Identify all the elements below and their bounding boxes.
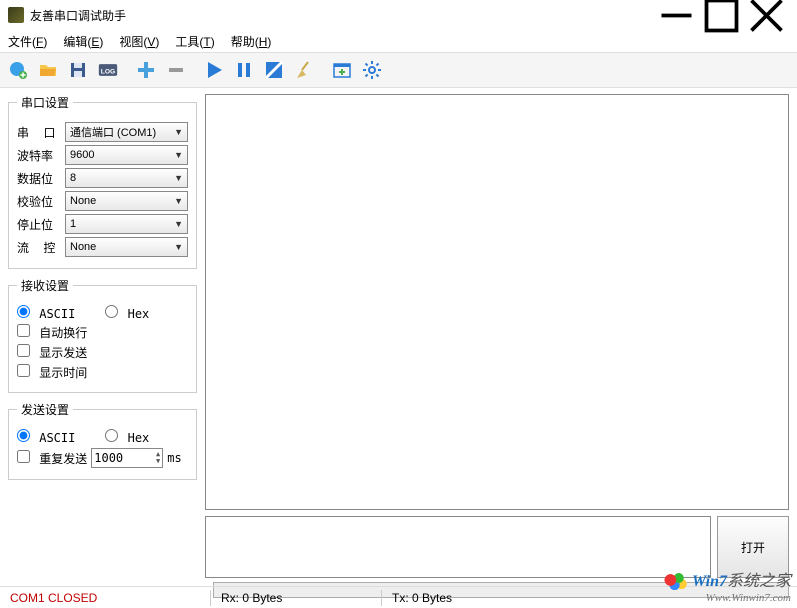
recv-showtime-check[interactable]: 显示时间 [17,364,87,381]
minus-icon [166,60,186,80]
svg-text:LOG: LOG [101,68,115,75]
open-port-button[interactable]: 打开 [717,516,789,578]
new-window-icon [332,60,352,80]
select-databits[interactable]: 8▼ [65,168,188,188]
menu-help[interactable]: 帮助(H) [227,31,276,52]
open-folder-icon [38,60,58,80]
close-button[interactable] [744,0,789,30]
send-settings-group: 发送设置 ASCII Hex 重复发送 1000 ▲▼ ms [8,401,197,480]
send-settings-legend: 发送设置 [17,401,73,418]
toolbar-play[interactable] [200,56,228,84]
port-settings-group: 串口设置 串 口 通信端口 (COM1)▼ 波特率 9600▼ 数据位 8▼ 校… [8,94,197,269]
toolbar-add[interactable] [132,56,160,84]
chevron-down-icon: ▼ [174,127,183,137]
status-tx: Tx: 0 Bytes [382,591,462,605]
toolbar-settings[interactable] [358,56,386,84]
titlebar: 友善串口调试助手 [0,0,797,30]
broom-icon [294,60,314,80]
save-icon [68,60,88,80]
select-port[interactable]: 通信端口 (COM1)▼ [65,122,188,142]
label-baud: 波特率 [17,147,61,164]
select-parity[interactable]: None▼ [65,191,188,211]
toolbar-pause[interactable] [230,56,258,84]
clear-icon [264,60,284,80]
label-flow: 流 控 [17,239,61,256]
select-flow[interactable]: None▼ [65,237,188,257]
menu-tools[interactable]: 工具(T) [171,31,218,52]
chevron-down-icon: ▼ [174,242,183,252]
right-panel: 打开 [205,88,797,578]
log-icon: LOG [98,60,118,80]
toolbar-log[interactable]: LOG [94,56,122,84]
globe-plus-icon [8,60,28,80]
window-title: 友善串口调试助手 [30,7,126,24]
gear-icon [362,60,382,80]
send-interval-spin[interactable]: 1000 ▲▼ [91,448,163,468]
minimize-button[interactable] [654,0,699,30]
menu-edit[interactable]: 编辑(E) [59,31,107,52]
send-repeat-check[interactable]: 重复发送 [17,450,87,467]
label-parity: 校验位 [17,193,61,210]
receive-textarea[interactable] [205,94,789,510]
plus-icon [136,60,156,80]
pause-icon [234,60,254,80]
toolbar-save[interactable] [64,56,92,84]
chevron-down-icon: ▼ [174,173,183,183]
play-icon [204,60,224,80]
spinner-arrows-icon: ▲▼ [156,451,160,465]
maximize-button[interactable] [699,0,744,30]
left-panel: 串口设置 串 口 通信端口 (COM1)▼ 波特率 9600▼ 数据位 8▼ 校… [0,88,205,578]
send-ascii-radio[interactable]: ASCII [17,429,75,445]
send-hex-radio[interactable]: Hex [105,429,149,445]
recv-showsend-check[interactable]: 显示发送 [17,344,87,361]
label-port: 串 口 [17,124,61,141]
send-interval-unit: ms [167,451,181,465]
menu-file[interactable]: 文件(F) [4,31,51,52]
status-port: COM1 CLOSED [0,591,210,605]
port-settings-legend: 串口设置 [17,94,73,111]
send-textarea[interactable] [205,516,711,578]
statusbar: COM1 CLOSED Rx: 0 Bytes Tx: 0 Bytes [0,586,797,608]
status-rx: Rx: 0 Bytes [211,591,381,605]
menu-view[interactable]: 视图(V) [115,31,163,52]
content: 串口设置 串 口 通信端口 (COM1)▼ 波特率 9600▼ 数据位 8▼ 校… [0,88,797,578]
toolbar-broom[interactable] [290,56,318,84]
chevron-down-icon: ▼ [174,196,183,206]
label-stopbits: 停止位 [17,216,61,233]
app-icon [8,7,24,23]
toolbar-new[interactable] [4,56,32,84]
select-stopbits[interactable]: 1▼ [65,214,188,234]
toolbar: LOG [0,52,797,88]
chevron-down-icon: ▼ [174,150,183,160]
recv-settings-legend: 接收设置 [17,277,73,294]
select-baud[interactable]: 9600▼ [65,145,188,165]
recv-autowrap-check[interactable]: 自动换行 [17,324,87,341]
chevron-down-icon: ▼ [174,219,183,229]
toolbar-new-window[interactable] [328,56,356,84]
toolbar-open[interactable] [34,56,62,84]
toolbar-clear[interactable] [260,56,288,84]
recv-ascii-radio[interactable]: ASCII [17,305,75,321]
recv-hex-radio[interactable]: Hex [105,305,149,321]
toolbar-remove[interactable] [162,56,190,84]
label-databits: 数据位 [17,170,61,187]
recv-settings-group: 接收设置 ASCII Hex 自动换行 显示发送 显示时间 [8,277,197,393]
